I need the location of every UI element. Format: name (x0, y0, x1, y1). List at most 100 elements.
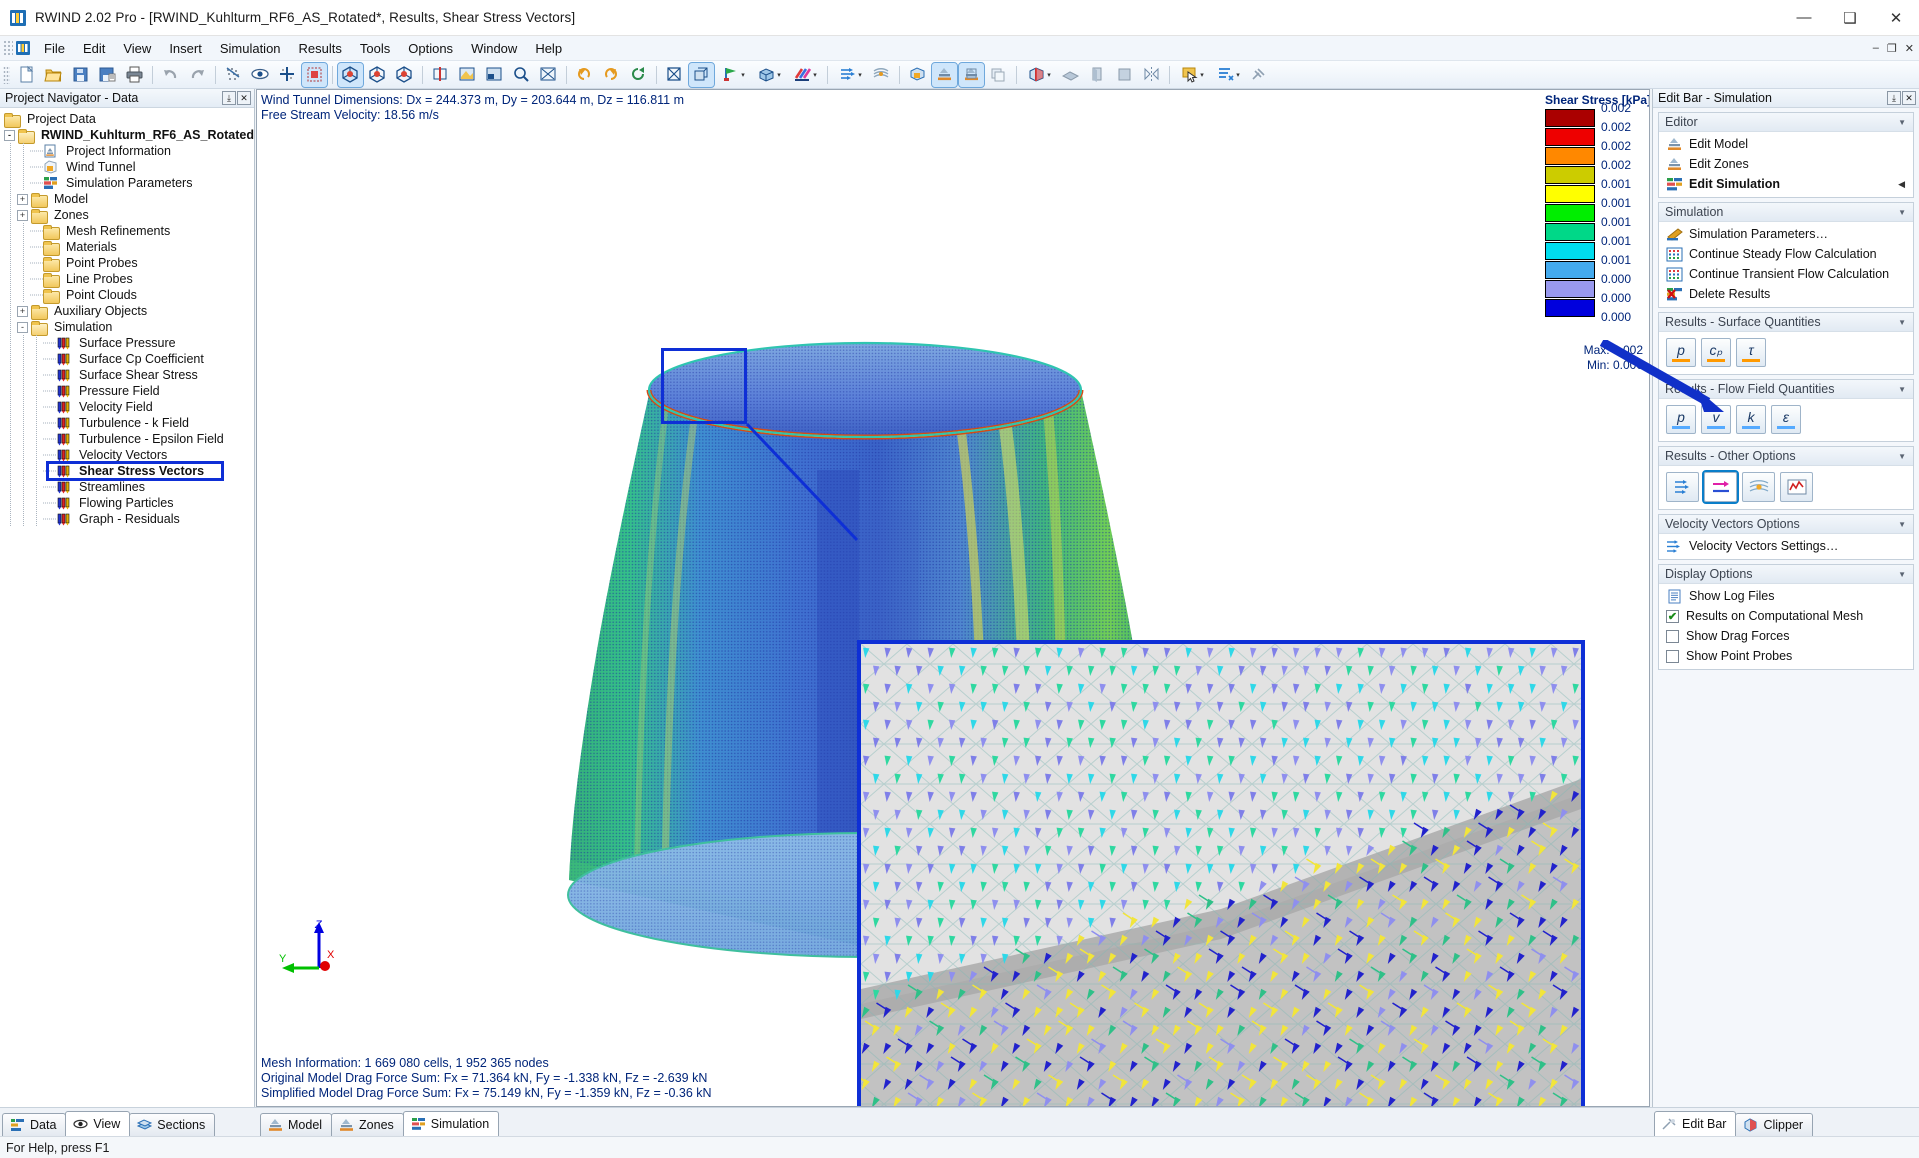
save-as-icon[interactable] (95, 63, 120, 87)
tree-item-auxiliary-objects[interactable]: + Auxiliary Objects (0, 303, 254, 320)
render-mode-icon[interactable]: ▾ (752, 63, 786, 87)
group-header[interactable]: Results - Surface Quantities ▼ (1659, 313, 1913, 332)
tree-item-simulation-parameters[interactable]: Simulation Parameters (0, 175, 254, 191)
tree-item-turbulence-epsilon-field[interactable]: Turbulence - Epsilon Field (0, 431, 254, 447)
tab-clipper[interactable]: Clipper (1735, 1113, 1814, 1136)
section-plane-2-icon[interactable] (1085, 63, 1110, 87)
result-colors-icon[interactable]: ▾ (788, 63, 822, 87)
model-surface-icon[interactable] (905, 63, 930, 87)
view-plane-icon[interactable] (428, 63, 453, 87)
render-smooth-icon[interactable] (248, 63, 273, 87)
chevron-down-icon[interactable]: ▼ (1898, 118, 1906, 127)
tree-expander[interactable]: - (17, 321, 28, 333)
open-file-icon[interactable] (41, 63, 66, 87)
shear-stress-vectors-button[interactable] (1702, 470, 1739, 504)
tree-item-point-clouds[interactable]: Point Clouds (0, 287, 254, 304)
doc-restore-button[interactable]: ❐ (1887, 42, 1897, 55)
group-header[interactable]: Velocity Vectors Options ▼ (1659, 515, 1913, 534)
tree-item-surface-pressure[interactable]: Surface Pressure (0, 335, 254, 351)
menu-item-tools[interactable]: Tools (351, 38, 399, 59)
tree-item-streamlines[interactable]: Streamlines (0, 479, 254, 495)
streamlines-icon[interactable] (869, 63, 894, 87)
tab-edit-bar[interactable]: Edit Bar (1654, 1111, 1737, 1136)
tree-item-line-probes[interactable]: Line Probes (0, 271, 254, 288)
tree-expander[interactable]: + (17, 305, 28, 317)
editbar-item-edit-simulation[interactable]: Edit Simulation ◀ (1659, 174, 1913, 194)
editbar-item-continue-steady-flow-calculation[interactable]: Continue Steady Flow Calculation (1659, 244, 1913, 264)
view-rotate-y-icon[interactable] (392, 63, 417, 87)
chevron-down-icon[interactable]: ▼ (1898, 520, 1906, 529)
group-header[interactable]: Display Options ▼ (1659, 565, 1913, 584)
tree-expander[interactable]: - (4, 129, 15, 141)
checkbox-show-point-probes[interactable]: Show Point Probes (1659, 646, 1913, 666)
rotate-right-icon[interactable] (599, 63, 624, 87)
navigator-pin-button[interactable]: ⤓ (222, 91, 236, 105)
menu-item-window[interactable]: Window (462, 38, 526, 59)
zoom-magnifier-icon[interactable] (509, 63, 534, 87)
menu-item-options[interactable]: Options (399, 38, 462, 59)
edit-zones-icon[interactable] (958, 61, 985, 88)
close-button[interactable]: ✕ (1873, 0, 1919, 36)
tree-item-velocity-field[interactable]: Velocity Field (0, 399, 254, 415)
group-header[interactable]: Editor ▼ (1659, 113, 1913, 132)
velocity-field-button[interactable]: v (1701, 405, 1731, 434)
toolbar-grip-handle[interactable] (3, 65, 10, 84)
tree-item-zones[interactable]: + Zones (0, 207, 254, 224)
tree-item-wind-tunnel[interactable]: Wind Tunnel (0, 159, 254, 175)
checkbox-indicator[interactable] (1666, 629, 1679, 643)
tree-item-project-information[interactable]: Project Information (0, 143, 254, 159)
checkbox-show-log-files[interactable]: Show Log Files (1659, 586, 1913, 606)
mirror-icon[interactable] (1139, 63, 1164, 87)
tree-item-rwind-kuhlturm-rf6-as-rotated[interactable]: - RWIND_Kuhlturm_RF6_AS_Rotated (0, 127, 254, 144)
checkbox-show-drag-forces[interactable]: Show Drag Forces (1659, 626, 1913, 646)
zoom-window-icon[interactable] (482, 63, 507, 87)
new-file-icon[interactable] (14, 63, 39, 87)
surface-pressure-button[interactable]: p (1666, 338, 1696, 367)
graph-residuals-button[interactable] (1780, 472, 1813, 502)
tree-item-model[interactable]: + Model (0, 191, 254, 208)
editbar-item-continue-transient-flow-calculation[interactable]: Continue Transient Flow Calculation (1659, 264, 1913, 284)
shade-icon[interactable] (455, 63, 480, 87)
turbulence-epsilon-button[interactable]: ε (1771, 405, 1801, 434)
zoom-region-selection-box[interactable] (661, 348, 747, 424)
editbar-close-button[interactable]: ✕ (1902, 91, 1916, 105)
tree-item-mesh-refinements[interactable]: Mesh Refinements (0, 223, 254, 240)
doc-minimize-button[interactable]: – (1873, 42, 1879, 54)
measure-icon[interactable]: ▾ (1211, 63, 1245, 87)
section-plane-icon[interactable] (1058, 63, 1083, 87)
editbar-item-velocity-vectors-settings[interactable]: Velocity Vectors Settings… (1659, 536, 1913, 556)
redo-icon[interactable] (185, 63, 210, 87)
surface-cp-button[interactable]: cₚ (1701, 338, 1731, 367)
tree-item-surface-shear-stress[interactable]: Surface Shear Stress (0, 367, 254, 383)
wireframe-icon[interactable] (662, 63, 687, 87)
turbulence-k-button[interactable]: k (1736, 405, 1766, 434)
navigator-close-button[interactable]: ✕ (237, 91, 251, 105)
menu-item-help[interactable]: Help (526, 38, 571, 59)
doc-close-button[interactable]: ✕ (1905, 42, 1914, 55)
chevron-down-icon[interactable]: ▼ (1898, 570, 1906, 579)
copy-layer-icon[interactable] (986, 63, 1011, 87)
checkbox-indicator[interactable]: ✔ (1666, 609, 1679, 623)
velocity-vectors-button[interactable] (1666, 472, 1699, 502)
chevron-down-icon[interactable]: ▼ (1898, 385, 1906, 394)
rotate-left-icon[interactable] (572, 63, 597, 87)
3d-viewport[interactable]: Wind Tunnel Dimensions: Dx = 244.373 m, … (256, 89, 1650, 1107)
render-points-icon[interactable] (221, 63, 246, 87)
tab-sections[interactable]: Sections (129, 1113, 216, 1136)
direction-flag-icon[interactable]: ▾ (716, 63, 750, 87)
print-icon[interactable] (122, 63, 147, 87)
chevron-down-icon[interactable]: ▼ (1898, 208, 1906, 217)
edit-model-icon[interactable] (931, 61, 958, 88)
tab-view[interactable]: View (65, 1111, 131, 1136)
tree-item-pressure-field[interactable]: Pressure Field (0, 383, 254, 399)
selection-box-icon[interactable] (301, 61, 328, 88)
rotate-view-icon[interactable] (626, 63, 651, 87)
group-header[interactable]: Results - Other Options ▼ (1659, 447, 1913, 466)
menu-item-insert[interactable]: Insert (160, 38, 211, 59)
tree-expander[interactable]: + (17, 193, 28, 205)
clipper-icon[interactable]: ▾ (1022, 63, 1056, 87)
tree-item-flowing-particles[interactable]: Flowing Particles (0, 495, 254, 511)
tree-item-simulation[interactable]: - Simulation (0, 319, 254, 336)
pressure-field-button[interactable]: p (1666, 405, 1696, 434)
menu-item-simulation[interactable]: Simulation (211, 38, 290, 59)
